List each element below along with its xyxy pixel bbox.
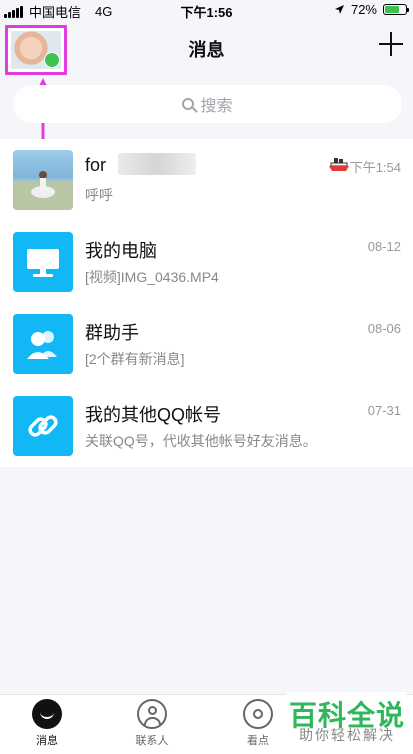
header: 消息 xyxy=(0,20,413,76)
watermark-subtitle: 助你轻松解决 xyxy=(299,727,395,743)
conversation-preview: 关联QQ号，代收其他帐号好友消息。 xyxy=(85,433,317,449)
conversation-preview: 呼呼 xyxy=(85,187,113,203)
search-bar[interactable]: 搜索 xyxy=(13,85,402,123)
ship-icon xyxy=(329,158,349,171)
group-helper-avatar xyxy=(13,314,73,374)
tab-label: 联系人 xyxy=(135,735,169,747)
conversation-title: 群助手 xyxy=(85,323,139,343)
conversation-time: 下午1:54 xyxy=(349,160,401,175)
computer-icon xyxy=(27,249,59,277)
computer-avatar xyxy=(13,232,73,292)
conversation-preview: [2个群有新消息] xyxy=(85,351,185,367)
conversation-title: 我的其他QQ帐号 xyxy=(85,405,222,425)
add-button[interactable] xyxy=(379,32,403,56)
photo-icon xyxy=(13,171,73,210)
location-arrow-icon xyxy=(334,5,344,14)
tab-contacts[interactable]: 联系人 xyxy=(117,699,187,748)
list-item[interactable]: for 下午1:54 呼呼 xyxy=(0,139,413,221)
page-title: 消息 xyxy=(188,40,225,60)
group-icon xyxy=(27,331,57,359)
conversation-time: 07-31 xyxy=(367,403,401,418)
status-bar: 中国电信 4G 下午1:56 72% xyxy=(0,0,413,20)
conversation-list: for 下午1:54 呼呼 我的电脑 08-12 [视频]IMG_0436.MP… xyxy=(0,139,413,467)
conversation-time: 08-12 xyxy=(367,239,401,254)
status-right: 72% xyxy=(334,2,409,17)
conversation-title: 我的电脑 xyxy=(85,241,157,261)
tab-label: 消息 xyxy=(36,735,58,747)
tab-watch[interactable]: 看点 xyxy=(223,699,293,748)
conversation-preview: [视频]IMG_0436.MP4 xyxy=(85,269,219,285)
search-icon xyxy=(182,98,195,110)
user-photo-avatar xyxy=(13,150,73,210)
list-item[interactable]: 我的其他QQ帐号 07-31 关联QQ号，代收其他帐号好友消息。 xyxy=(0,385,413,467)
link-icon xyxy=(28,415,58,437)
tab-label: 看点 xyxy=(247,735,269,747)
battery-icon xyxy=(383,4,409,15)
battery-percent: 72% xyxy=(350,2,377,17)
blurred-name xyxy=(118,153,196,175)
search-placeholder: 搜索 xyxy=(200,98,233,115)
watermark: 百科全说 助你轻松解决 xyxy=(287,692,407,752)
list-item[interactable]: 我的电脑 08-12 [视频]IMG_0436.MP4 xyxy=(0,221,413,303)
list-item[interactable]: 群助手 08-06 [2个群有新消息] xyxy=(0,303,413,385)
battery-level xyxy=(385,6,399,13)
tab-messages[interactable]: 消息 xyxy=(12,699,82,748)
linked-accounts-avatar xyxy=(13,396,73,456)
conversation-title: for xyxy=(85,155,107,175)
conversation-time: 08-06 xyxy=(367,321,401,336)
contacts-icon xyxy=(137,699,167,729)
message-icon xyxy=(32,699,62,729)
eye-icon xyxy=(243,699,273,729)
